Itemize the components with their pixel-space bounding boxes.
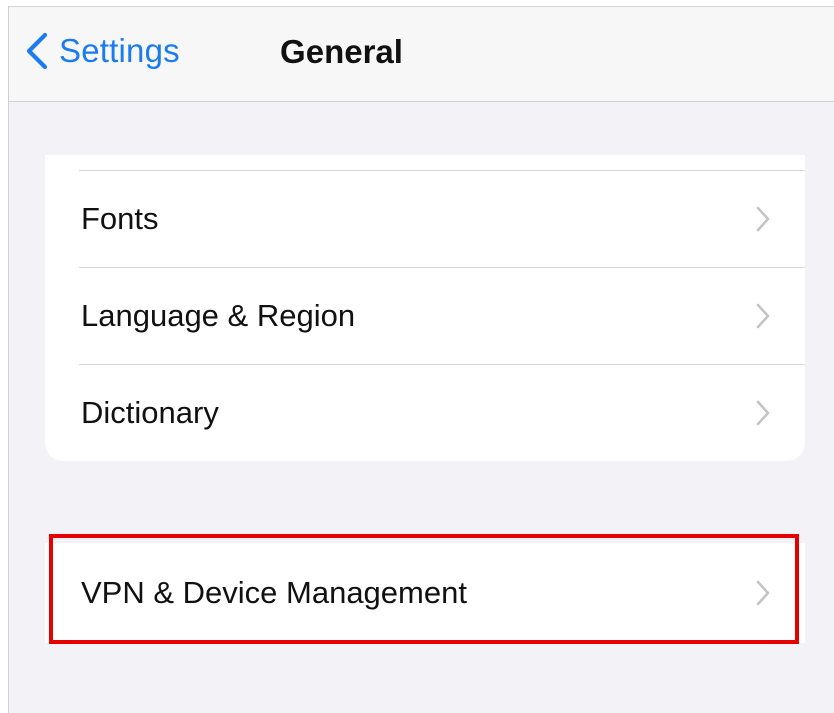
row-label: VPN & Device Management: [81, 575, 467, 610]
row-dictionary[interactable]: Dictionary: [45, 365, 805, 461]
vpn-group: VPN & Device Management: [45, 543, 805, 643]
chevron-right-icon: [755, 399, 771, 427]
settings-screen: Settings General Fonts Language & Region: [8, 6, 834, 713]
chevron-right-icon: [755, 205, 771, 233]
chevron-right-icon: [755, 579, 771, 607]
row-language-region[interactable]: Language & Region: [45, 268, 805, 364]
settings-group: Fonts Language & Region Dictionary: [45, 155, 805, 461]
chevron-right-icon: [755, 302, 771, 330]
row-fonts[interactable]: Fonts: [45, 171, 805, 267]
row-vpn-device-management[interactable]: VPN & Device Management: [45, 543, 805, 643]
page-title: General: [280, 33, 403, 70]
navigation-bar: Settings General: [9, 7, 834, 102]
row-label: Language & Region: [81, 298, 356, 333]
row-label: Fonts: [81, 201, 159, 236]
row-label: Dictionary: [81, 395, 219, 430]
